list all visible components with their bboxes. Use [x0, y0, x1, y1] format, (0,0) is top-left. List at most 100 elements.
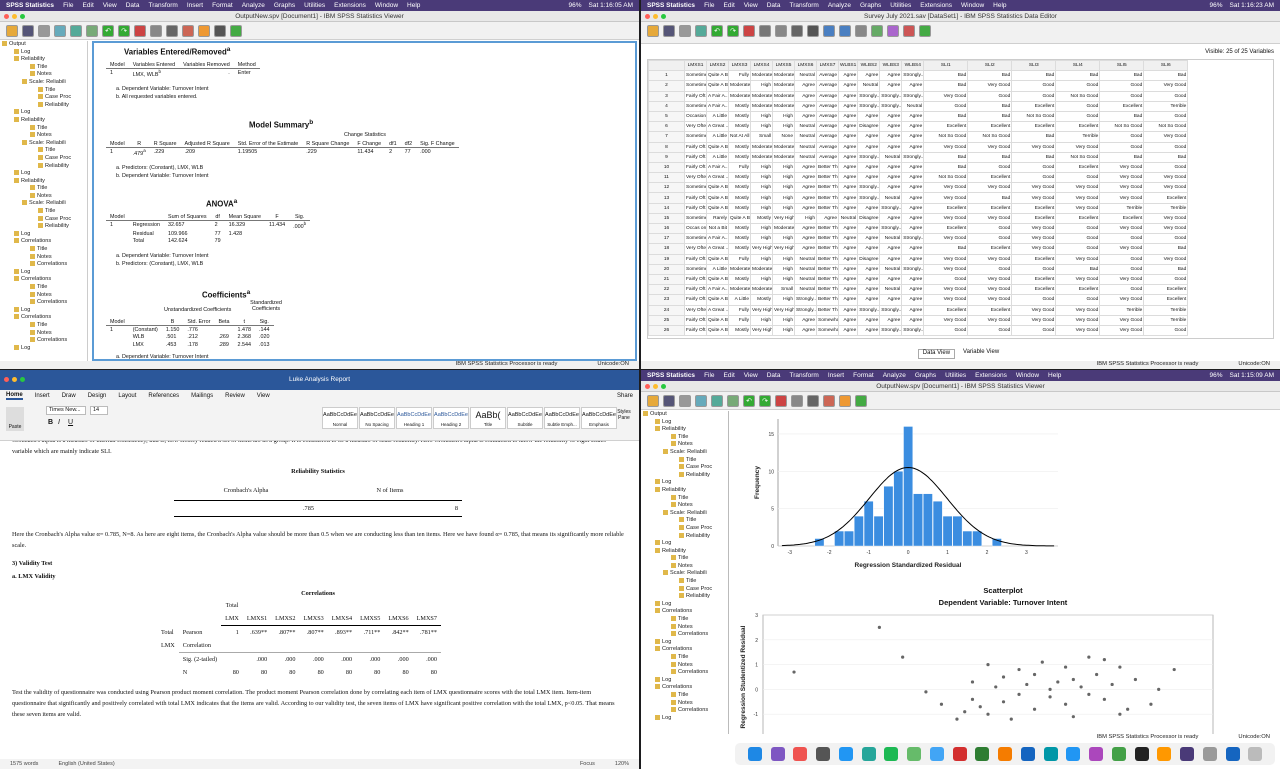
table-row[interactable]: 22Fairly Oft...A Fair A...Moderate...Mod… — [648, 284, 1189, 296]
data-cell[interactable]: Terrible — [1143, 202, 1189, 214]
data-cell[interactable]: Excellent — [1099, 100, 1145, 112]
data-cell[interactable]: Strongly... — [794, 294, 817, 306]
data-cell[interactable]: Very Often — [684, 172, 707, 184]
window-controls[interactable] — [645, 14, 666, 19]
data-cell[interactable]: Agree — [857, 294, 881, 306]
table-row[interactable]: 21Fairly Oft...Quite A BitMostlyHighHigh… — [648, 273, 1189, 286]
data-cell[interactable]: Excellent — [1011, 202, 1057, 214]
column-header[interactable]: LMXS3 — [728, 60, 751, 72]
data-cell[interactable]: Agree — [837, 314, 859, 326]
row-number[interactable]: 21 — [648, 273, 685, 286]
data-cell[interactable]: High — [750, 273, 773, 286]
menu-item[interactable]: Data — [126, 2, 140, 9]
data-cell[interactable]: Very Good — [1011, 192, 1057, 204]
outline-node[interactable]: Title — [0, 125, 87, 133]
data-cell[interactable]: Agree — [857, 314, 881, 326]
data-cell[interactable]: Very Good — [1143, 182, 1189, 194]
undo-icon[interactable]: ↶ — [711, 25, 723, 37]
data-cell[interactable]: Agree — [857, 284, 881, 296]
data-cell[interactable]: A Fair A... — [706, 233, 729, 245]
data-cell[interactable]: Strongly... — [857, 151, 881, 163]
data-cell[interactable]: Agree — [857, 243, 881, 255]
data-cell[interactable]: Strongly... — [879, 202, 903, 214]
data-cell[interactable]: Agree — [879, 80, 903, 92]
data-cell[interactable]: Not At All — [728, 131, 751, 143]
data-cell[interactable]: Agree — [879, 161, 903, 174]
row-number[interactable]: 23 — [648, 294, 685, 306]
row-number[interactable]: 1 — [648, 70, 685, 82]
data-cell[interactable]: Very Good — [1099, 161, 1145, 174]
redo-icon[interactable]: ↷ — [727, 25, 739, 37]
menu-app-name[interactable]: SPSS Statistics — [6, 2, 54, 9]
data-cell[interactable]: High — [750, 182, 773, 194]
outline-node[interactable]: Title — [0, 87, 87, 95]
data-cell[interactable]: Very Good — [1099, 222, 1145, 235]
data-cell[interactable]: Strongly... — [879, 90, 903, 102]
open-icon[interactable] — [6, 25, 18, 37]
outline-node[interactable]: Title — [641, 578, 728, 586]
recall-dialog-icon[interactable] — [86, 25, 98, 37]
outline-node[interactable]: Correlations — [641, 646, 728, 654]
data-cell[interactable]: High — [772, 324, 795, 337]
data-cell[interactable]: Very Good — [1011, 314, 1057, 326]
tab-mailings[interactable]: Mailings — [191, 393, 213, 399]
data-cell[interactable]: Fairly Oft... — [684, 324, 707, 337]
data-cell[interactable]: Neutral — [794, 273, 817, 286]
data-cell[interactable]: Good — [967, 161, 1013, 174]
data-cell[interactable]: Very Good — [1011, 243, 1057, 255]
outline-node[interactable]: Reliability — [0, 117, 87, 125]
data-cell[interactable]: Strongly... — [901, 263, 925, 275]
data-cell[interactable]: Better Th... — [816, 304, 839, 316]
outline-node[interactable]: Reliability — [641, 426, 728, 434]
column-header[interactable]: LMXS4 — [750, 60, 773, 72]
data-cell[interactable]: Quite A Bit — [706, 80, 729, 92]
data-cell[interactable]: A Great ... — [706, 304, 729, 316]
data-cell[interactable]: Fairly Oft... — [684, 253, 707, 265]
style-subtle-emph-[interactable]: AaBbCcDdEe Subtle Emph... — [544, 407, 580, 429]
outline-node[interactable]: Log — [641, 677, 728, 685]
data-cell[interactable]: Excellent — [1143, 294, 1189, 306]
data-cell[interactable]: Agree — [879, 131, 903, 143]
data-cell[interactable]: None — [772, 131, 795, 143]
data-cell[interactable]: Agree — [837, 161, 859, 174]
data-cell[interactable]: Bad — [923, 110, 969, 123]
goto-case-icon[interactable] — [743, 25, 755, 37]
dock-app-icon[interactable] — [1089, 747, 1103, 761]
data-cell[interactable]: Terrible — [1055, 131, 1101, 143]
data-cell[interactable]: Excellent — [1011, 100, 1057, 112]
data-cell[interactable]: Agree — [879, 110, 903, 123]
data-cell[interactable]: Quite A Bit — [706, 273, 729, 286]
menu-item[interactable]: Utilities — [890, 2, 911, 9]
data-cell[interactable]: Excellent — [1055, 284, 1101, 296]
data-cell[interactable]: Bad — [1143, 151, 1189, 163]
data-cell[interactable]: Neutral — [794, 121, 817, 133]
table-row[interactable]: 3Fairly Oft...A Fair A...Moderate...Mode… — [648, 90, 1189, 102]
data-cell[interactable]: High — [772, 202, 795, 214]
menu-item[interactable]: Transform — [789, 2, 818, 9]
data-cell[interactable]: Disagree — [857, 212, 881, 225]
zoom-level[interactable]: 120% — [615, 761, 629, 767]
language[interactable]: English (United States) — [58, 761, 114, 767]
table-row[interactable]: 2SometimesQuite A BitModerate...HighMode… — [648, 80, 1189, 92]
data-cell[interactable]: Excellent — [923, 121, 969, 133]
goto-data-icon[interactable] — [134, 25, 146, 37]
data-cell[interactable]: Good — [1011, 161, 1057, 174]
dock-app-icon[interactable] — [907, 747, 921, 761]
menu-items[interactable]: File Edit View Data Transform Analyze Graphs Ut… — [704, 2, 1015, 9]
data-cell[interactable]: Agree — [857, 172, 881, 184]
data-cell[interactable]: Agree — [794, 172, 817, 184]
data-cell[interactable]: Moderate — [750, 263, 773, 275]
table-row[interactable]: 13Fairly Oft...Quite A BitMostlyHighHigh… — [648, 192, 1189, 204]
data-cell[interactable]: A Great ... — [706, 243, 729, 255]
data-cell[interactable]: Agree — [837, 182, 859, 194]
outline-node[interactable]: Title — [641, 555, 728, 563]
outline-node[interactable]: Reliability — [641, 533, 728, 541]
data-cell[interactable]: Disagree — [857, 121, 881, 133]
data-cell[interactable]: Very Good — [1143, 172, 1189, 184]
outline-node[interactable]: Reliability — [0, 223, 87, 231]
data-cell[interactable]: Agree — [857, 263, 881, 275]
data-cell[interactable]: Excellent — [967, 243, 1013, 255]
outline-node[interactable]: Reliability — [0, 102, 87, 110]
dock-app-icon[interactable] — [1134, 747, 1149, 761]
menu-item[interactable]: Graphs — [274, 2, 295, 9]
